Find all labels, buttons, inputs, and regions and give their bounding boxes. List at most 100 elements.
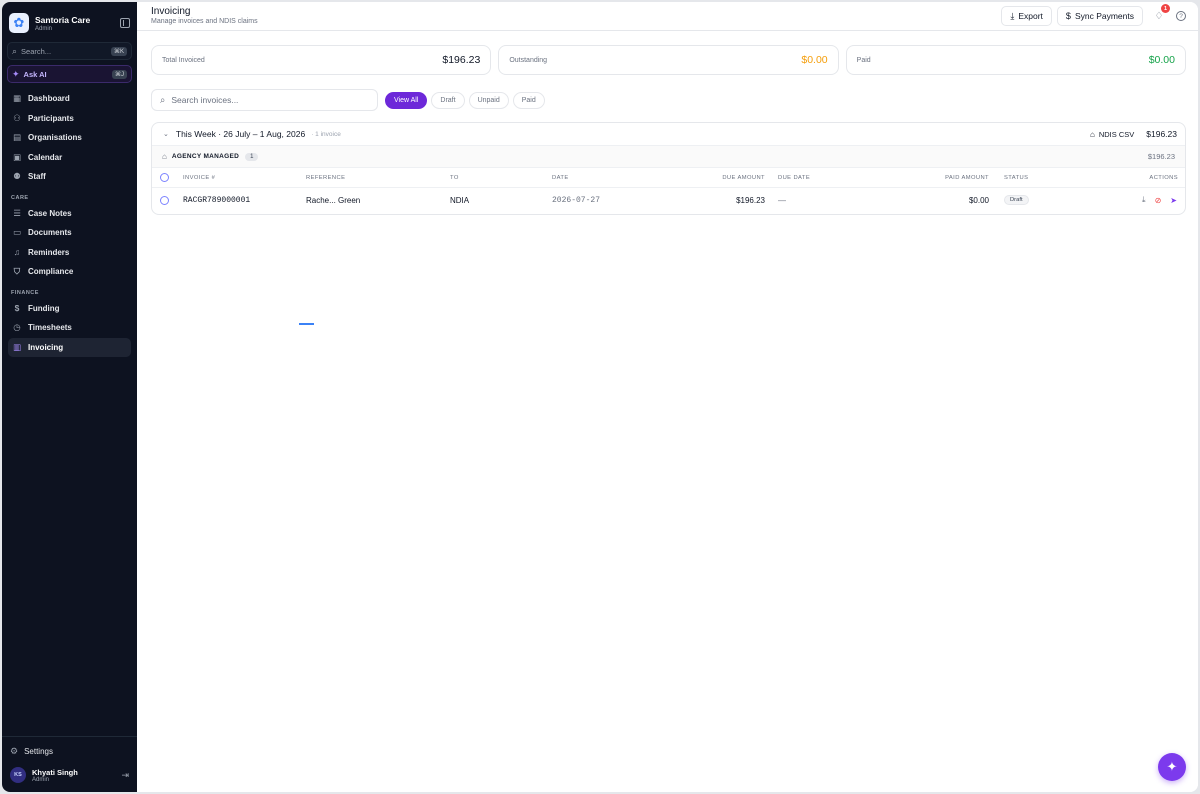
filter-draft[interactable]: Draft (431, 91, 465, 109)
sidebar-search[interactable]: ⌕ Search... ⌘K (7, 42, 132, 60)
sidebar-item-compliance[interactable]: ⛉ Compliance (8, 262, 131, 282)
sidebar-item-calendar[interactable]: ▣ Calendar (8, 148, 131, 168)
sidebar-item-label: Dashboard (28, 94, 70, 104)
stat-value: $0.00 (801, 54, 828, 66)
user-name: Khyati Singh (32, 767, 78, 777)
export-button[interactable]: ⤓ Export (1001, 6, 1052, 26)
stat-value: $0.00 (1148, 54, 1175, 66)
ask-ai-shortcut: ⌘J (112, 69, 127, 79)
stat-total-invoiced: Total Invoiced $196.23 (151, 45, 492, 75)
search-shortcut: ⌘K (110, 46, 127, 56)
logout-icon[interactable]: ⇥ (121, 770, 129, 781)
sidebar-item-invoicing[interactable]: ▥ Invoicing (8, 337, 131, 357)
invoice-number[interactable]: RACGR789000001 (183, 188, 250, 212)
dollar-icon: $ (1065, 11, 1071, 21)
invoice-due-amount: $196.23 (736, 195, 765, 205)
notifications-bell-icon[interactable]: ♢ 1 (1153, 4, 1170, 22)
filter-paid[interactable]: Paid (512, 91, 545, 109)
sidebar-item-documents[interactable]: ▭ Documents (8, 223, 131, 243)
sidebar-item-label: Timesheets (28, 323, 72, 333)
week-total: $196.23 (1146, 129, 1177, 139)
section-label-finance: FINANCE (11, 289, 39, 296)
ndis-csv-button[interactable]: ⌂ NDIS CSV (1090, 130, 1134, 139)
folder-icon: ▭ (12, 227, 22, 238)
agency-group-row: ⌂ AGENCY MANAGED 1 $196.23 (152, 146, 1185, 168)
dollar-icon: $ (14, 303, 20, 314)
select-all-checkbox[interactable] (160, 173, 169, 182)
col-due-date: DUE DATE (778, 174, 811, 181)
sidebar-item-participants[interactable]: ⚇ Participants (8, 109, 131, 129)
filter-unpaid[interactable]: Unpaid (468, 91, 509, 109)
user-profile[interactable]: KS Khyati Singh Admin ⇥ (2, 763, 137, 792)
col-due-amount: DUE AMOUNT (722, 174, 765, 181)
loading-indicator (299, 323, 314, 325)
dashboard-icon: ▦ (12, 93, 22, 104)
sidebar-nav-care: ☰ Case Notes ▭ Documents ♫ Reminders ⛉ Compl… (2, 204, 137, 282)
shield-icon: ⛉ (13, 266, 21, 277)
calendar-icon: ▣ (12, 151, 22, 162)
filter-view-all[interactable]: View All (385, 91, 428, 109)
download-icon[interactable]: ⤓ (1142, 195, 1146, 205)
ai-assistant-fab[interactable]: ✦ (1158, 753, 1186, 781)
sidebar-nav-finance: $ Funding ◷ Timesheets ▥ Invoicing (2, 299, 137, 357)
cancel-icon[interactable]: ⊘ (1155, 196, 1162, 205)
col-to: TO (450, 174, 459, 181)
building-icon: ▤ (12, 132, 22, 143)
sidebar-collapse-icon[interactable] (120, 18, 130, 28)
sidebar-item-label: Funding (28, 303, 60, 313)
stat-label: Outstanding (509, 56, 548, 64)
clock-icon: ◷ (13, 322, 21, 333)
ask-ai-button[interactable]: ✦ Ask AI ⌘J (7, 65, 132, 83)
topbar: Invoicing Manage invoices and NDIS claim… (137, 2, 1198, 31)
bank-icon: ⌂ (1089, 129, 1095, 139)
agency-total: $196.23 (1147, 152, 1175, 161)
sidebar-item-case-notes[interactable]: ☰ Case Notes (8, 204, 131, 224)
row-checkbox[interactable] (160, 195, 169, 205)
agency-count-badge: 1 (245, 152, 259, 161)
gear-icon: ⚙ (10, 746, 19, 756)
bank-icon: ⌂ (162, 152, 167, 161)
download-icon: ⤓ (1010, 10, 1015, 21)
sidebar-footer: ⚙ Settings KS Khyati Singh Admin ⇥ (2, 736, 137, 792)
invoice-due-date: — (778, 195, 786, 205)
help-icon[interactable]: ? (1176, 11, 1186, 21)
sync-payments-button[interactable]: $ Sync Payments (1056, 6, 1143, 26)
settings-label: Settings (24, 747, 53, 756)
avatar: KS (10, 767, 26, 783)
sidebar: ✿ Santoria Care Admin ⌕ Search... ⌘K ✦ A… (2, 2, 137, 792)
stat-label: Total Invoiced (162, 56, 205, 64)
brand-role: Admin (35, 25, 53, 32)
week-label: This Week · 26 July – 1 Aug, 2026 (175, 129, 306, 139)
sync-payments-label: Sync Payments (1074, 11, 1134, 21)
send-icon[interactable]: ➤ (1170, 196, 1177, 205)
page-title: Invoicing (151, 6, 191, 17)
sidebar-item-label: Case Notes (28, 208, 72, 218)
col-status: STATUS (1004, 174, 1029, 181)
sidebar-item-staff[interactable]: ⚉ Staff (8, 167, 131, 187)
chevron-down-icon[interactable]: ⌄ (163, 130, 169, 138)
search-icon: ⌕ (160, 94, 166, 106)
invoice-search[interactable]: ⌕ (151, 89, 378, 111)
user-role: Admin (32, 776, 50, 783)
notification-badge: 1 (1161, 4, 1170, 13)
staff-icon: ⚉ (13, 171, 21, 182)
table-row[interactable]: RACGR789000001 Rache... Green NDIA 2026-… (152, 188, 1185, 212)
bell-icon: ♫ (13, 247, 21, 258)
week-group-header[interactable]: ⌄ This Week · 26 July – 1 Aug, 2026 · 1 … (152, 123, 1185, 146)
search-icon: ⌕ (12, 45, 18, 56)
settings-link[interactable]: ⚙ Settings (2, 737, 137, 763)
sidebar-search-placeholder: Search... (21, 46, 52, 56)
invoice-table-card: ⌄ This Week · 26 July – 1 Aug, 2026 · 1 … (151, 122, 1186, 215)
invoice-search-input[interactable] (171, 95, 352, 105)
invoice-date: 2026-07-27 (552, 195, 601, 205)
sidebar-item-timesheets[interactable]: ◷ Timesheets (8, 318, 131, 338)
stat-label: Paid (856, 56, 871, 64)
brand: ✿ Santoria Care Admin (2, 2, 137, 36)
sidebar-item-dashboard[interactable]: ▦ Dashboard (8, 89, 131, 109)
ask-ai-label: Ask AI (23, 69, 47, 79)
col-paid-amount: PAID AMOUNT (945, 174, 989, 181)
sidebar-item-reminders[interactable]: ♫ Reminders (8, 243, 131, 263)
sidebar-item-funding[interactable]: $ Funding (8, 299, 131, 319)
invoice-paid-amount: $0.00 (968, 195, 989, 205)
sidebar-item-organisations[interactable]: ▤ Organisations (8, 128, 131, 148)
